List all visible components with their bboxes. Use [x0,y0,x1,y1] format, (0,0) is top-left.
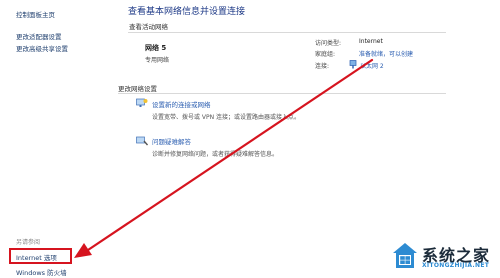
sidebar-link-change-advanced-sharing[interactable]: 更改高级共享设置 [16,43,68,53]
sidebar-link-internet-options[interactable]: Internet 选项 [16,252,57,262]
connection-ethernet-link[interactable]: 以太网 2 [360,61,384,70]
change-network-settings-heading: 更改网络设置 [118,85,157,93]
see-also-heading: 另请参阅 [16,239,41,246]
sidebar-link-windows-firewall[interactable]: Windows 防火墙 [16,267,67,277]
troubleshoot-problems-desc: 诊断并修复网络问题，或者获得疑难解答信息。 [152,151,279,158]
page-title: 查看基本网络信息并设置连接 [128,7,246,17]
sidebar-link-control-panel-home[interactable]: 控制面板主页 [16,9,55,19]
sidebar-link-change-adapter-settings[interactable]: 更改适配器设置 [16,31,62,41]
network-sharing-center-window: 控制面板主页 更改适配器设置 更改高级共享设置 另请参阅 Internet 选项… [0,0,500,278]
troubleshoot-icon [136,136,148,146]
ethernet-icon [349,60,357,69]
site-watermark: 系统之家 XITONGZHIJIA.NET [392,240,496,274]
section-divider [118,93,446,94]
main-content: 查看基本网络信息并设置连接 查看活动网络 网络 5 专用网络 访问类型: Int… [110,0,500,278]
active-networks-heading: 查看活动网络 [129,23,168,31]
setup-new-connection-desc: 设置宽带、拨号或 VPN 连接；或设置路由器或接入点。 [152,114,301,121]
house-logo-icon [393,243,417,268]
setup-new-connection-link[interactable]: 设置新的连接或网络 [152,99,211,109]
network-name: 网络 5 [145,44,167,52]
network-type: 专用网络 [145,57,170,64]
access-type-value: Internet [359,38,383,45]
watermark-url: XITONGZHIJIA.NET [422,262,490,269]
sidebar: 控制面板主页 更改适配器设置 更改高级共享设置 另请参阅 Internet 选项… [0,0,110,278]
troubleshoot-problems-link[interactable]: 问题疑难解答 [152,136,191,146]
homegroup-link[interactable]: 准备就绪，可以创建 [359,49,413,58]
section-divider [128,32,446,33]
connections-label: 连接: [315,63,330,70]
new-connection-icon [136,98,148,107]
access-type-label: 访问类型: [315,40,342,47]
homegroup-label: 家庭组: [315,51,336,58]
